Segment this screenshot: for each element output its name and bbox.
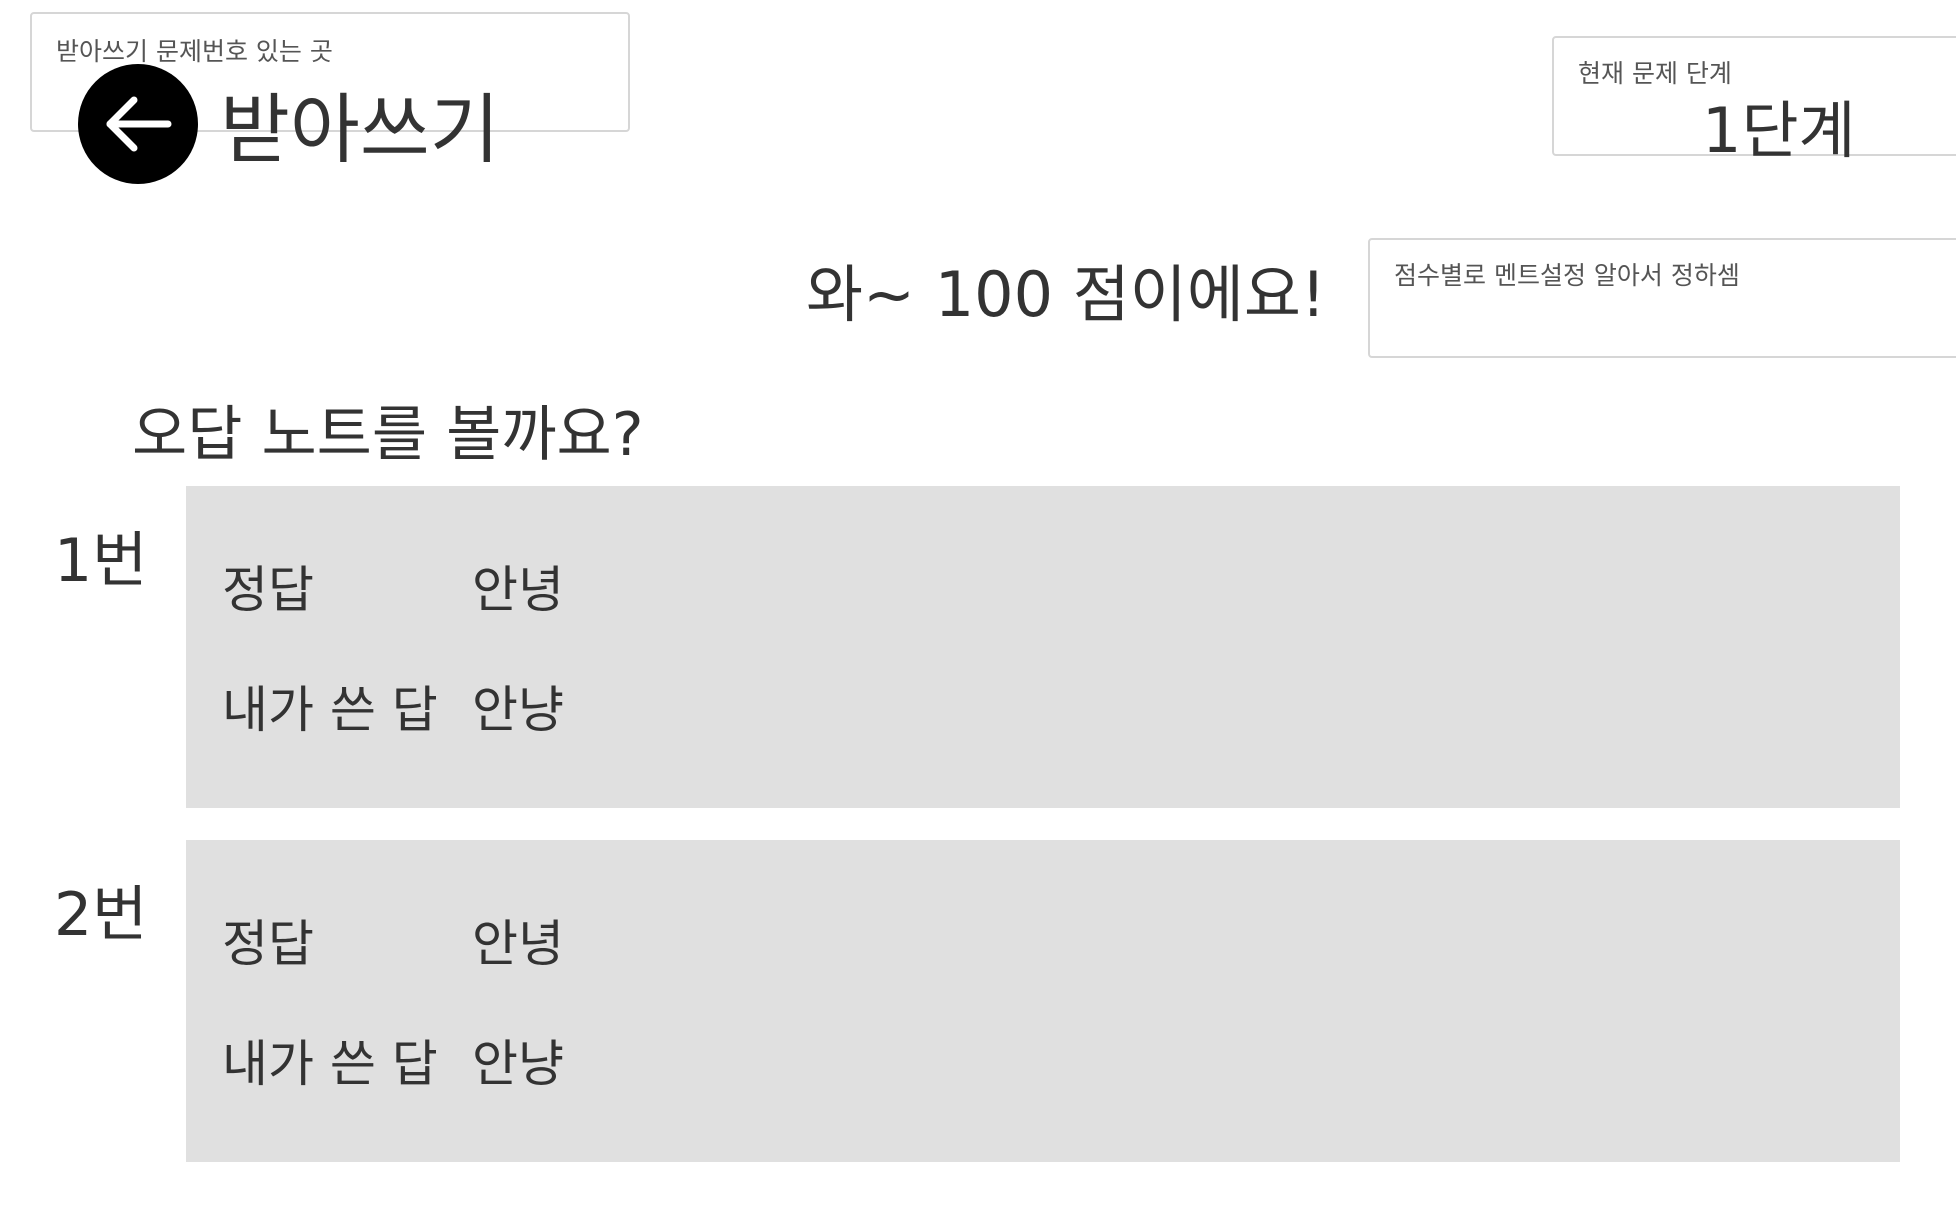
correct-answer-label: 정답 <box>222 915 314 973</box>
my-answer-label: 내가 쓴 답 <box>222 681 438 739</box>
answer-card-1: 정답 안녕 내가 쓴 답 안냥 <box>186 486 1900 808</box>
score-message: 와~ 100 점이에요! <box>806 258 1326 331</box>
correct-answer-label: 정답 <box>222 561 314 619</box>
my-answer-value: 안냥 <box>472 681 564 739</box>
correct-answer-row: 정답 안녕 <box>222 904 564 976</box>
answer-card-2: 정답 안녕 내가 쓴 답 안냥 <box>186 840 1900 1162</box>
comment-annotation-label: 점수별로 멘트설정 알아서 정하셈 <box>1394 261 1740 290</box>
problem-number-annotation-label: 받아쓰기 문제번호 있는 곳 <box>56 37 333 66</box>
arrow-left-icon <box>106 96 172 152</box>
stage-annotation-box: 현재 문제 단계 1단계 <box>1552 36 1956 167</box>
page-title: 받아쓰기 <box>220 85 500 174</box>
correct-answer-value: 안녕 <box>472 915 564 973</box>
correct-answer-row: 정답 안녕 <box>222 550 564 622</box>
comment-annotation-box: 점수별로 멘트설정 알아서 정하셈 <box>1368 238 1956 358</box>
back-button[interactable] <box>78 64 198 184</box>
my-answer-label: 내가 쓴 답 <box>222 1035 438 1093</box>
my-answer-row: 내가 쓴 답 안냥 <box>222 1024 564 1096</box>
my-answer-row: 내가 쓴 답 안냥 <box>222 670 564 742</box>
my-answer-value: 안냥 <box>472 1035 564 1093</box>
correct-answer-value: 안녕 <box>472 561 564 619</box>
review-question: 오답 노트를 볼까요? <box>132 400 644 470</box>
stage-value: 1단계 <box>1702 94 1856 167</box>
item-number-1: 1번 <box>54 526 148 596</box>
item-number-2: 2번 <box>54 880 148 950</box>
